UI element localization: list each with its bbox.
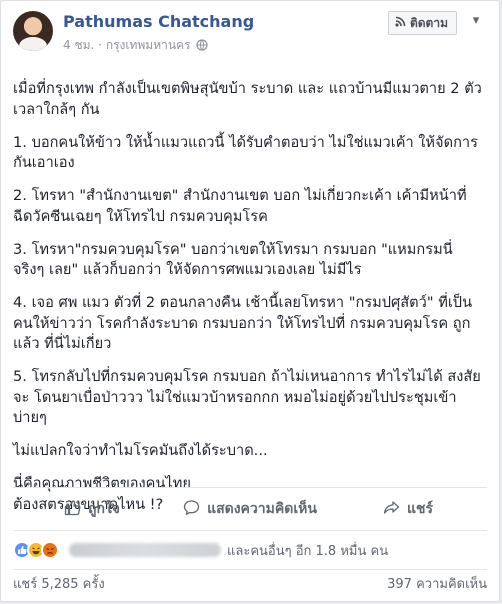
post-time[interactable]: 4 ชม. (63, 38, 94, 52)
angry-reaction-icon (41, 541, 59, 559)
chevron-down-icon[interactable]: ▾ (467, 13, 485, 31)
redacted-names (69, 543, 221, 557)
follow-button[interactable]: ติดตาม (387, 11, 457, 35)
comment-icon (183, 499, 200, 520)
share-count[interactable]: แชร์ 5,285 ครั้ง (13, 573, 105, 594)
comment-label: แสดงความคิดเห็น (207, 501, 317, 517)
post-paragraph: 2. โทรหา "สำนักงานเขต" สำนักงานเขต บอก ไ… (13, 187, 467, 225)
reactions-summary[interactable]: และคนอื่นๆ อีก 1.8 หมื่น คน (13, 537, 487, 563)
post-stats: แชร์ 5,285 ครั้ง 397 ความคิดเห็น (13, 569, 487, 596)
rss-icon (395, 16, 406, 30)
author-avatar[interactable] (13, 11, 53, 51)
post-card: Pathumas Chatchang 4 ชม. · กรุงเทพมหานคร… (0, 0, 500, 602)
post-body: เมื่อที่กรุงเทพ กำลังเป็นเขตพิษสุนัขบ้า … (13, 79, 483, 528)
like-label: ถูกใจ (88, 501, 120, 517)
post-actions: ถูกใจ แสดงความคิดเห็น แชร์ (13, 487, 487, 531)
post-header: Pathumas Chatchang 4 ชม. · กรุงเทพมหานคร… (13, 11, 487, 55)
post-paragraph: 5. โทรกลับไปที่กรมควบคุมโรค กรมบอก ถ้าไม… (13, 368, 481, 426)
meta-separator: · (98, 38, 102, 52)
like-button[interactable]: ถูกใจ (13, 488, 171, 530)
post-paragraph: 1. บอกคนให้ข้าว ให้น้ำแมวแถวนี้ ได้รับคำ… (13, 133, 478, 172)
share-arrow-icon (383, 499, 400, 520)
comment-button[interactable]: แสดงความคิดเห็น (171, 488, 329, 530)
post-location[interactable]: กรุงเทพมหานคร (106, 38, 191, 52)
post-meta: 4 ชม. · กรุงเทพมหานคร (63, 36, 208, 55)
share-button[interactable]: แชร์ (329, 488, 487, 530)
thumbs-up-icon (64, 499, 81, 520)
post-paragraph: ไม่แปลกใจว่าทำไมโรคมันถึงได้ระบาด... (13, 442, 268, 459)
share-label: แชร์ (406, 501, 434, 517)
post-paragraph: เมื่อที่กรุงเทพ กำลังเป็นเขตพิษสุนัขบ้า … (13, 80, 482, 118)
comment-count[interactable]: 397 ความคิดเห็น (387, 573, 487, 594)
post-paragraph: 3. โทรหา"กรมควบคุมโรค" บอกว่าเขตให้โทรมา… (13, 240, 453, 279)
globe-icon (196, 39, 208, 54)
reactions-others-text: และคนอื่นๆ อีก 1.8 หมื่น คน (227, 543, 389, 559)
author-name[interactable]: Pathumas Chatchang (63, 12, 254, 31)
follow-label: ติดตาม (409, 15, 448, 30)
post-paragraph: 4. เจอ ศพ แมว ตัวที่ 2 ตอนกลางคืน เช้านี… (13, 294, 473, 352)
